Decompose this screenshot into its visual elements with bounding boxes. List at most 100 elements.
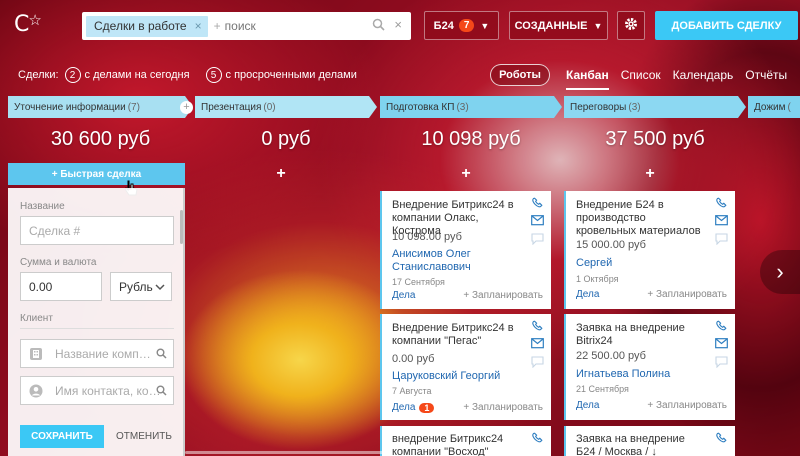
deal-title[interactable]: внедрение Битрикс24 компании "Восход" [392,433,522,456]
deal-price: 10 098.00 руб [392,231,462,243]
column-sum: 37 500 руб [605,128,705,150]
overdue-count-badge[interactable]: 5 [205,67,222,83]
company-icon [29,347,43,364]
add-deal-button[interactable]: ДОБАВИТЬ СДЕЛКУ [655,11,798,40]
chat-icon[interactable] [531,356,545,370]
mail-icon[interactable] [715,338,729,352]
schedule-link[interactable]: + Запланировать [647,400,727,411]
phone-icon[interactable] [715,197,729,211]
mail-icon[interactable] [715,215,729,229]
column-header[interactable]: Подготовка КП (3) [380,96,562,118]
horizontal-scrollbar[interactable] [185,451,385,454]
save-button[interactable]: СОХРАНИТЬ [20,425,104,448]
created-filter-button[interactable]: СОЗДАННЫЕ ▼ [509,11,608,40]
stats-prefix: Сделки: [18,69,59,81]
column-sum: 30 600 руб [50,128,151,150]
column-header[interactable]: Переговоры (3) [564,96,746,118]
chat-icon[interactable] [531,233,545,247]
deal-date: 1 Октября [576,274,619,284]
chat-icon[interactable] [715,233,729,247]
phone-icon[interactable] [715,320,729,334]
deal-title[interactable]: Внедрение Битрикс24 в компании "Пегас" [392,322,522,348]
deal-card[interactable]: Заявка на внедрение Bitrix24 22 500.00 р… [564,314,735,420]
chevron-down-icon: ▼ [480,20,490,31]
deal-tasks-link[interactable]: Дела [576,289,599,300]
view-tabs: Канбан Список Календарь Отчёты [566,68,799,90]
tab-calendar[interactable]: Календарь [673,68,734,82]
deal-contact[interactable]: Сергей [576,257,706,270]
settings-button[interactable] [617,11,645,40]
clear-search-icon[interactable]: × [394,17,402,32]
deal-card[interactable]: Внедрение Б24 в производство кровельных … [564,191,735,309]
cancel-button[interactable]: ОТМЕНИТЬ [114,425,174,448]
created-label: СОЗДАННЫЕ [514,19,588,32]
mail-icon[interactable] [531,215,545,229]
overdue-label[interactable]: с просроченными делами [226,69,357,81]
deal-contact[interactable]: Игнатьева Полина [576,368,706,381]
bitrix-logo[interactable]: С☆ [14,11,43,37]
search-icon[interactable] [156,385,167,399]
schedule-link[interactable]: + Запланировать [647,289,727,300]
deal-card[interactable]: Заявка на внедрение Б24 / Москва / ↓ [564,426,735,456]
column-name: Переговоры [570,101,627,113]
search-input[interactable] [224,19,365,33]
filter-chip-label: Сделки в работе [94,19,187,33]
column-count: (0) [263,101,276,113]
column-name: Уточнение информации [14,101,126,113]
deal-tasks-link[interactable]: Дела 1 [392,402,435,413]
deal-title[interactable]: Заявка на внедрение Б24 / Москва / ↓ [576,433,706,456]
search-bar[interactable]: Сделки в работе × + × [82,12,411,40]
phone-icon[interactable] [531,320,545,334]
b24-button[interactable]: Б24 7 ▼ [424,11,499,40]
add-deal-plus[interactable]: + [564,165,736,183]
column-header[interactable]: Презентация (0) [195,96,377,118]
deal-tasks-link[interactable]: Дела [576,400,599,411]
quick-deal-button[interactable]: + Быстрая сделка [8,163,185,185]
column-header[interactable]: Уточнение информации (7) [8,96,193,118]
add-deal-plus[interactable]: + [380,165,552,183]
chat-icon[interactable] [715,356,729,370]
currency-select[interactable]: Рубль [110,272,172,301]
next-columns-arrow[interactable]: › [760,250,800,294]
deal-contact[interactable]: Царуковский Георгий [392,370,522,383]
tab-reports[interactable]: Отчёты [745,68,787,82]
deal-card[interactable]: внедрение Битрикс24 компании "Восход" [380,426,551,456]
deal-title-line: внедрение Битрикс24 [392,433,504,445]
filter-chip[interactable]: Сделки в работе × [86,15,208,37]
add-column-icon[interactable]: + [180,101,193,114]
deal-name-field[interactable]: Сделка # [20,216,174,245]
search-icon[interactable] [372,18,385,34]
deal-card[interactable]: Внедрение Битрикс24 в компании Олакс, Ко… [380,191,551,309]
deal-contact[interactable]: Анисимов Олег Станиславович [392,248,522,274]
tab-kanban[interactable]: Канбан [566,68,609,90]
column-header[interactable]: Дожим( [748,96,800,118]
deal-card[interactable]: Внедрение Битрикс24 в компании "Пегас" 0… [380,314,551,420]
chip-close-icon[interactable]: × [195,19,202,33]
sum-field[interactable]: 0.00 [20,272,102,301]
schedule-link[interactable]: + Запланировать [463,290,543,301]
column-count: ( [787,101,791,113]
phone-icon[interactable] [531,197,545,211]
search-icon[interactable] [156,348,167,362]
column-count: (3) [628,101,641,113]
deal-title[interactable]: Заявка на внедрение Bitrix24 [576,322,706,348]
schedule-link[interactable]: + Запланировать [463,402,543,413]
deal-tasks-link[interactable]: Дела [392,290,415,301]
mail-icon[interactable] [531,338,545,352]
company-field[interactable]: Название комп… [20,339,174,368]
phone-icon[interactable] [715,432,729,446]
contact-field[interactable]: Имя контакта, ко… [20,376,174,405]
deal-title[interactable]: Внедрение Б24 в производство кровельных … [576,199,706,238]
add-filter-icon[interactable]: + [214,19,221,33]
phone-icon[interactable] [531,432,545,446]
today-count-badge[interactable]: 2 [64,67,81,83]
today-label[interactable]: с делами на сегодня [85,69,190,81]
robots-button[interactable]: Роботы [490,64,550,86]
scrollbar[interactable] [180,210,183,244]
currency-value: Рубль [119,279,153,294]
add-deal-plus[interactable]: + [195,165,367,183]
deal-price: 15 000.00 руб [576,239,646,251]
b24-count-badge: 7 [458,19,475,32]
tab-list[interactable]: Список [621,68,661,82]
deal-title-line: компании "Восход" [392,446,489,456]
